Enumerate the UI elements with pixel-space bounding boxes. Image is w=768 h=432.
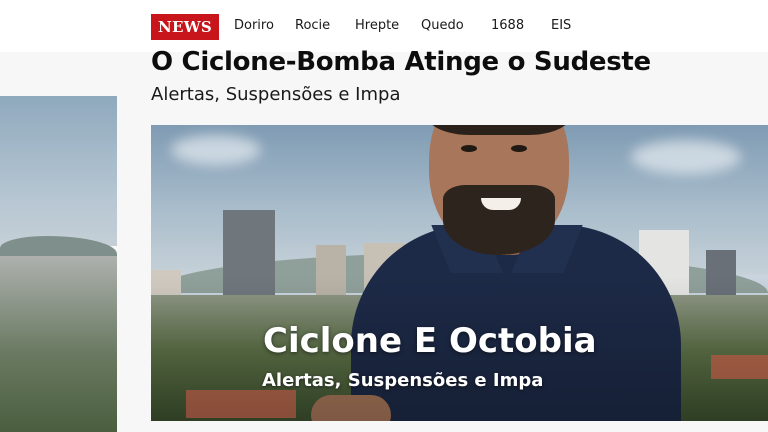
- news-page: NEWS Doriro Rocie Hrepte Quedo 1688 EIS: [0, 0, 768, 432]
- previous-article-image[interactable]: [0, 96, 117, 432]
- side-sky: [0, 96, 117, 246]
- top-navigation-bar: NEWS Doriro Rocie Hrepte Quedo 1688 EIS: [0, 0, 768, 52]
- nav-item-rocie[interactable]: Rocie: [295, 18, 330, 33]
- beard: [443, 185, 555, 255]
- nav-item-quedo[interactable]: Quedo: [421, 18, 464, 33]
- hero-image[interactable]: Ciclone E Octobia Alertas, Suspensões e …: [151, 125, 768, 421]
- nav-item-1688[interactable]: 1688: [491, 18, 524, 33]
- eye: [511, 145, 527, 152]
- hero-subtitle: Alertas, Suspensões e Impa: [262, 370, 544, 391]
- side-city: [0, 256, 117, 432]
- news-logo[interactable]: NEWS: [151, 14, 219, 40]
- article-headline[interactable]: O Ciclone-Bomba Atinge o Sudeste: [151, 47, 651, 77]
- nav-item-eis[interactable]: EIS: [551, 18, 571, 33]
- nav-item-hrepte[interactable]: Hrepte: [355, 18, 399, 33]
- nav-item-doriro[interactable]: Doriro: [234, 18, 274, 33]
- smile: [481, 198, 521, 210]
- eye: [461, 145, 477, 152]
- article-subheadline: Alertas, Suspensões e Impa: [151, 84, 401, 105]
- hero-title[interactable]: Ciclone E Octobia: [263, 321, 597, 361]
